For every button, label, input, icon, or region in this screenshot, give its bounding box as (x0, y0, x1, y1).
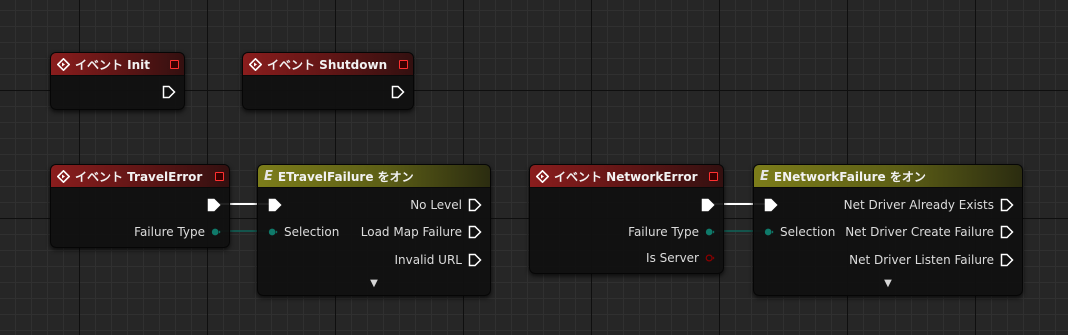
exec-pin-icon[interactable] (162, 85, 176, 99)
exec-output-row (162, 83, 176, 101)
node-header: イベント Shutdown (243, 53, 413, 76)
pin-label: Invalid URL (394, 253, 462, 267)
switch-enum-icon: E (760, 168, 769, 184)
event-node-network-error[interactable]: イベント NetworkError Failure Type Is Server (529, 164, 724, 274)
chevron-down-icon[interactable]: ▼ (258, 278, 490, 289)
node-title: イベント Init (75, 57, 151, 72)
switch-enum-icon: E (264, 168, 273, 184)
pin-label: Is Server (646, 251, 699, 265)
failure-type-output-row: Failure Type (128, 223, 221, 241)
output-row-load-map-failure: Load Map Failure (355, 223, 482, 241)
event-node-init[interactable]: イベント Init (50, 52, 185, 110)
diamond-event-icon (57, 57, 70, 71)
node-header: イベント TravelError (51, 165, 229, 188)
enum-pin-icon[interactable] (764, 227, 774, 237)
exec-pin-icon[interactable] (391, 85, 405, 99)
node-title: イベント NetworkError (554, 169, 698, 184)
exec-pin-icon[interactable] (268, 198, 282, 212)
blueprint-graph[interactable]: イベント Init イベント Shutdown イベント TravelError (0, 0, 1068, 335)
exec-input-row (764, 196, 778, 214)
is-server-output-row: Is Server (640, 249, 715, 267)
event-node-travel-error[interactable]: イベント TravelError Failure Type (50, 164, 230, 248)
node-header: E ETravelFailure をオン (258, 165, 490, 188)
pin-label: Failure Type (628, 225, 699, 239)
exec-output-row (391, 83, 405, 101)
delegate-pin[interactable] (399, 59, 408, 69)
switch-node-network-failure[interactable]: E ENetworkFailure をオン Selection Net Driv… (753, 164, 1023, 296)
diamond-event-icon (249, 57, 262, 71)
pin-label: Net Driver Listen Failure (849, 253, 994, 267)
selection-input-row: Selection (268, 223, 345, 241)
exec-pin-icon[interactable] (1000, 253, 1014, 267)
exec-input-row (268, 196, 282, 214)
exec-output-row (701, 196, 715, 214)
failure-type-output-row: Failure Type (622, 223, 715, 241)
delegate-pin[interactable] (170, 59, 179, 69)
exec-pin-icon[interactable] (701, 198, 715, 212)
pin-label: No Level (410, 198, 462, 212)
output-row-invalid-url: Invalid URL (388, 251, 482, 269)
chevron-down-icon[interactable]: ▼ (754, 278, 1022, 289)
pin-label: Selection (284, 225, 340, 239)
delegate-pin[interactable] (215, 171, 224, 181)
pin-label: Net Driver Already Exists (843, 198, 994, 212)
enum-pin-icon[interactable] (211, 227, 221, 237)
pin-label: Load Map Failure (360, 225, 462, 239)
exec-pin-icon[interactable] (468, 198, 482, 212)
output-row-net-driver-listen-failure: Net Driver Listen Failure (843, 251, 1014, 269)
diamond-event-icon (57, 169, 70, 183)
selection-input-row: Selection (764, 223, 841, 241)
node-title: イベント TravelError (75, 169, 203, 184)
switch-node-travel-failure[interactable]: E ETravelFailure をオン Selection No Level … (257, 164, 491, 296)
enum-pin-icon[interactable] (705, 227, 715, 237)
event-node-shutdown[interactable]: イベント Shutdown (242, 52, 414, 110)
delegate-pin[interactable] (709, 171, 718, 181)
output-row-net-driver-already-exists: Net Driver Already Exists (838, 196, 1014, 214)
output-row-net-driver-create-failure: Net Driver Create Failure (839, 223, 1014, 241)
diamond-event-icon (536, 169, 549, 183)
exec-pin-icon[interactable] (764, 198, 778, 212)
node-title: ENetworkFailure をオン (773, 169, 926, 184)
pin-label: Net Driver Create Failure (845, 225, 994, 239)
exec-pin-icon[interactable] (468, 225, 482, 239)
node-header: E ENetworkFailure をオン (754, 165, 1022, 188)
pin-label: Selection (780, 225, 836, 239)
exec-pin-icon[interactable] (1000, 198, 1014, 212)
bool-pin-icon[interactable] (705, 253, 715, 263)
node-header: イベント Init (51, 53, 184, 76)
exec-pin-icon[interactable] (207, 198, 221, 212)
node-title: ETravelFailure をオン (277, 169, 414, 184)
exec-pin-icon[interactable] (468, 253, 482, 267)
exec-pin-icon[interactable] (1000, 225, 1014, 239)
enum-pin-icon[interactable] (268, 227, 278, 237)
exec-output-row (207, 196, 221, 214)
output-row-no-level: No Level (404, 196, 482, 214)
node-title: イベント Shutdown (267, 57, 388, 72)
node-header: イベント NetworkError (530, 165, 723, 188)
pin-label: Failure Type (134, 225, 205, 239)
